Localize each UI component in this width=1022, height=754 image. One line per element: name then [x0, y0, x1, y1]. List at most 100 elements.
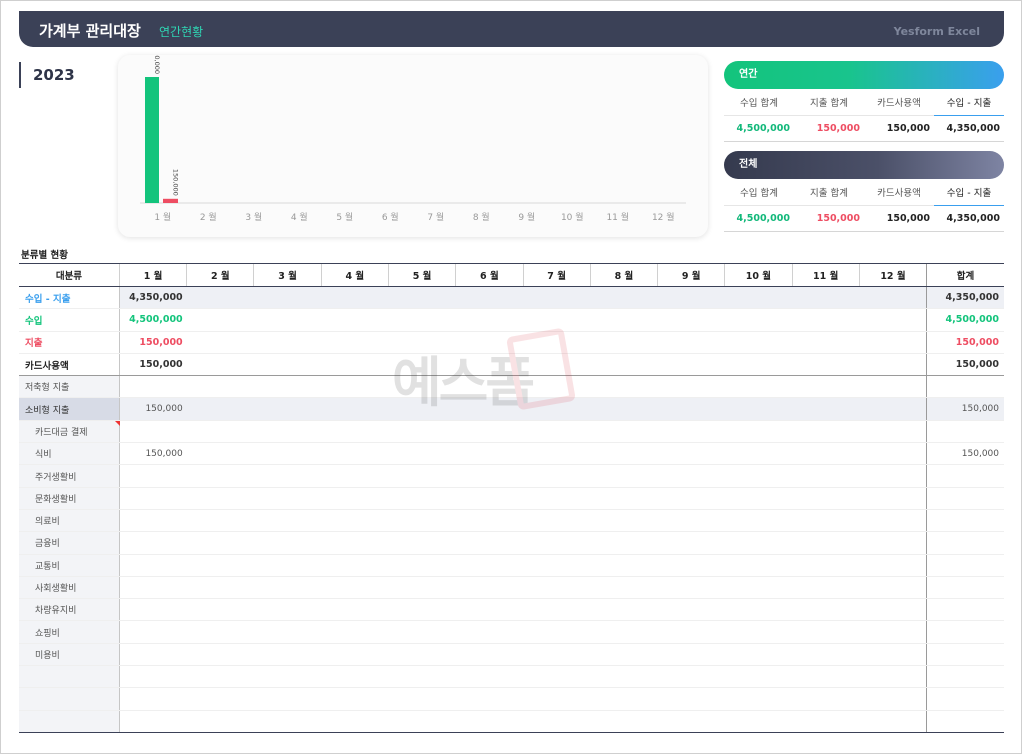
month-cell[interactable] — [186, 620, 254, 644]
month-cell[interactable] — [859, 353, 927, 377]
month-cell[interactable] — [590, 308, 658, 332]
row-label[interactable]: 수입 - 지출 — [19, 286, 120, 310]
month-cell[interactable] — [657, 397, 725, 421]
month-cell[interactable] — [388, 286, 456, 310]
month-cell[interactable] — [253, 531, 322, 555]
month-cell[interactable] — [590, 554, 658, 577]
row-label[interactable] — [19, 687, 120, 711]
month-cell[interactable] — [657, 509, 725, 533]
month-cell[interactable] — [321, 442, 389, 466]
row-label[interactable]: 사회생활비 — [19, 576, 120, 600]
month-cell[interactable] — [119, 710, 187, 733]
month-cell[interactable] — [119, 598, 187, 622]
month-cell[interactable] — [523, 576, 591, 600]
month-cell[interactable] — [388, 620, 456, 644]
month-cell[interactable] — [523, 710, 591, 733]
month-cell[interactable] — [792, 331, 860, 354]
month-cell[interactable] — [186, 420, 254, 444]
month-cell[interactable] — [119, 554, 187, 577]
month-cell[interactable] — [321, 397, 389, 421]
month-cell[interactable] — [321, 353, 389, 377]
month-cell[interactable] — [859, 286, 927, 310]
month-cell[interactable] — [792, 554, 860, 577]
month-cell[interactable] — [321, 531, 389, 555]
row-total-cell[interactable] — [926, 598, 1004, 622]
month-cell[interactable] — [657, 576, 725, 600]
month-cell[interactable] — [119, 375, 187, 399]
row-label[interactable]: 교통비 — [19, 554, 120, 577]
month-cell[interactable] — [186, 509, 254, 533]
month-cell[interactable] — [859, 487, 927, 510]
month-cell[interactable] — [590, 487, 658, 510]
month-cell[interactable] — [253, 643, 322, 667]
month-cell[interactable] — [590, 643, 658, 667]
month-cell[interactable] — [724, 375, 793, 399]
month-cell[interactable] — [590, 598, 658, 622]
month-cell[interactable] — [321, 331, 389, 354]
month-cell[interactable] — [590, 353, 658, 377]
month-cell[interactable] — [455, 331, 523, 354]
row-label[interactable]: 금융비 — [19, 531, 120, 555]
annual-income-value[interactable]: 4,500,000 — [724, 114, 794, 142]
month-cell[interactable] — [253, 710, 322, 733]
month-cell[interactable] — [792, 464, 860, 488]
month-cell[interactable] — [253, 509, 322, 533]
month-cell[interactable] — [321, 308, 389, 332]
row-total-cell[interactable] — [926, 576, 1004, 600]
month-cell[interactable] — [186, 308, 254, 332]
month-cell[interactable] — [253, 308, 322, 332]
month-cell[interactable] — [186, 442, 254, 466]
month-cell[interactable] — [523, 487, 591, 510]
month-cell[interactable] — [186, 331, 254, 354]
month-cell[interactable] — [523, 442, 591, 466]
month-cell[interactable] — [724, 554, 793, 577]
row-total-cell[interactable]: 150,000 — [926, 397, 1004, 421]
month-cell[interactable] — [455, 353, 523, 377]
month-cell[interactable] — [792, 397, 860, 421]
month-cell[interactable] — [657, 375, 725, 399]
row-label[interactable]: 저축형 지출 — [19, 375, 120, 399]
row-label[interactable]: 수입 — [19, 308, 120, 332]
month-cell[interactable] — [455, 554, 523, 577]
month-cell[interactable]: 150,000 — [119, 353, 187, 377]
month-cell[interactable] — [859, 308, 927, 332]
month-cell[interactable] — [455, 442, 523, 466]
month-cell[interactable] — [657, 331, 725, 354]
month-cell[interactable] — [590, 531, 658, 555]
month-cell[interactable] — [186, 286, 254, 310]
month-cell[interactable] — [724, 286, 793, 310]
total-card-value[interactable]: 150,000 — [864, 204, 934, 232]
month-cell[interactable] — [455, 710, 523, 733]
month-cell[interactable] — [455, 487, 523, 510]
month-cell[interactable]: 150,000 — [119, 442, 187, 466]
month-cell[interactable] — [119, 531, 187, 555]
month-cell[interactable] — [724, 464, 793, 488]
row-total-cell[interactable] — [926, 375, 1004, 399]
month-cell[interactable] — [455, 598, 523, 622]
month-cell[interactable] — [590, 687, 658, 711]
month-cell[interactable] — [388, 331, 456, 354]
month-cell[interactable] — [859, 665, 927, 689]
month-cell[interactable] — [321, 375, 389, 399]
month-cell[interactable] — [657, 687, 725, 711]
month-cell[interactable] — [657, 487, 725, 510]
month-cell[interactable] — [859, 420, 927, 444]
month-cell[interactable] — [590, 442, 658, 466]
month-cell[interactable] — [253, 464, 322, 488]
month-cell[interactable] — [523, 353, 591, 377]
month-cell[interactable] — [859, 576, 927, 600]
annual-expense-value[interactable]: 150,000 — [794, 114, 864, 142]
row-total-cell[interactable] — [926, 643, 1004, 667]
month-cell[interactable] — [859, 598, 927, 622]
month-cell[interactable] — [388, 509, 456, 533]
row-total-cell[interactable] — [926, 687, 1004, 711]
month-cell[interactable] — [792, 576, 860, 600]
month-cell[interactable] — [186, 554, 254, 577]
comment-marker-icon[interactable] — [114, 420, 120, 426]
month-cell[interactable] — [321, 687, 389, 711]
month-cell[interactable] — [724, 442, 793, 466]
month-cell[interactable] — [321, 576, 389, 600]
row-total-cell[interactable]: 150,000 — [926, 331, 1004, 354]
row-total-cell[interactable] — [926, 554, 1004, 577]
month-cell[interactable] — [724, 308, 793, 332]
